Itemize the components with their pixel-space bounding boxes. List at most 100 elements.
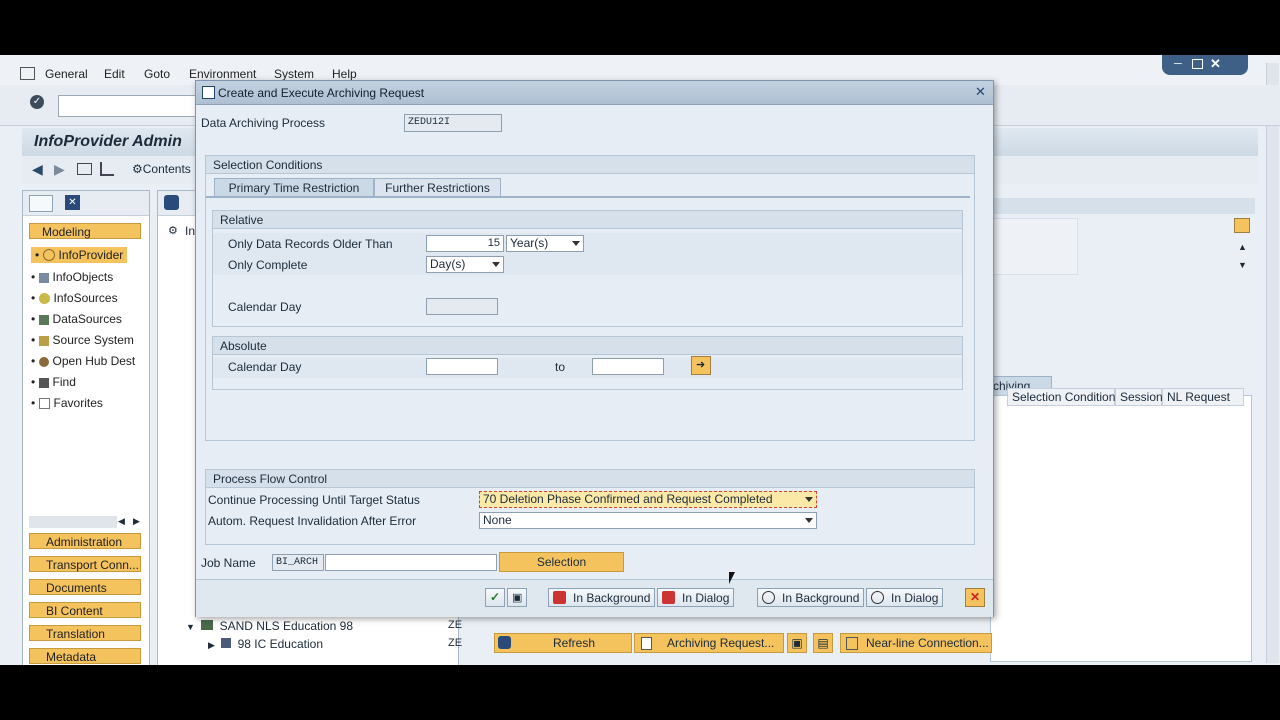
nav-close-icon[interactable]: ✕: [65, 195, 80, 210]
tree-root-icon: ⚙: [168, 225, 178, 237]
nav-modeling-button[interactable]: Modeling: [29, 223, 141, 239]
window-controls: ─ ✕: [1162, 55, 1248, 75]
nav-bi-content-button[interactable]: BI Content: [29, 602, 141, 618]
col-session[interactable]: Session: [1115, 388, 1163, 406]
button-label: In Background: [573, 591, 651, 605]
multiple-selection-button[interactable]: ➜: [691, 356, 711, 375]
cancel-button[interactable]: ✕: [965, 588, 985, 607]
display-icon[interactable]: [77, 163, 92, 175]
copy-button[interactable]: ▣: [787, 633, 807, 653]
contents-icon: ⚙: [132, 162, 143, 176]
nav-administration-button[interactable]: Administration: [29, 533, 141, 549]
command-field[interactable]: [58, 95, 200, 117]
nav-translation-button[interactable]: Translation: [29, 625, 141, 641]
nav-item-find[interactable]: • Find: [31, 375, 76, 389]
menu-icon[interactable]: [20, 67, 35, 80]
tree-row-98ic[interactable]: ▶ 98 IC Education: [208, 637, 323, 651]
absolute-calendar-day-label: Calendar Day: [228, 360, 302, 374]
nav-options-icon[interactable]: [29, 195, 53, 212]
col-nl-request[interactable]: NL Request: [1162, 388, 1244, 406]
nav-item-infosources[interactable]: • InfoSources: [31, 291, 118, 305]
only-complete-select[interactable]: Day(s): [426, 256, 504, 273]
nav-item-infoobjects[interactable]: • InfoObjects: [31, 270, 113, 284]
minimize-icon[interactable]: ─: [1174, 58, 1182, 70]
collapse-icon[interactable]: ▶: [208, 640, 215, 650]
job-name-label: Job Name: [201, 556, 256, 570]
tree-row-sand[interactable]: ▼ SAND NLS Education 98: [186, 619, 353, 633]
execute-in-background-button[interactable]: In Background: [757, 588, 864, 607]
nav-transport-button[interactable]: Transport Conn...: [29, 556, 141, 572]
hierarchy-icon[interactable]: [100, 162, 114, 176]
menu-system[interactable]: System: [274, 67, 314, 81]
right-panel-grid: [980, 218, 1078, 275]
lock-button[interactable]: ▣: [507, 588, 527, 607]
to-label: to: [555, 360, 566, 374]
nearline-button[interactable]: Near-line Connection...: [840, 633, 992, 653]
nav-item-datasources[interactable]: • DataSources: [31, 312, 122, 326]
right-panel: ▲ ▼ rchiving: [980, 190, 1260, 665]
older-than-unit-value: Year(s): [510, 236, 549, 250]
scroll-up-icon[interactable]: ▲: [1238, 242, 1247, 252]
contents-button[interactable]: ⚙Contents: [132, 162, 191, 176]
scroll-left-icon[interactable]: ◀: [118, 516, 125, 527]
nav-documents-button[interactable]: Documents: [29, 579, 141, 595]
maximize-icon[interactable]: [1192, 59, 1203, 69]
nav-item-favorites[interactable]: • Favorites: [31, 396, 103, 410]
nav-item-infoprovider[interactable]: • InfoProvider: [31, 247, 128, 263]
tab-primary-time-restriction[interactable]: Primary Time Restriction: [214, 178, 374, 197]
button-label: In Dialog: [891, 591, 939, 605]
favorites-icon: [38, 398, 50, 409]
connection-icon: [846, 637, 858, 650]
relative-calendar-day-label: Calendar Day: [228, 300, 302, 314]
nav-item-source-system[interactable]: • Source System: [31, 333, 134, 347]
invalidation-select[interactable]: None: [479, 512, 817, 529]
col-selection-condition[interactable]: Selection Condition: [1007, 388, 1115, 406]
older-than-unit-select[interactable]: Year(s): [506, 235, 584, 252]
datasources-icon: [38, 315, 49, 325]
forward-icon[interactable]: ▶: [54, 161, 65, 178]
relative-title: Relative: [220, 213, 264, 227]
close-icon[interactable]: ✕: [1210, 56, 1221, 72]
menu-environment[interactable]: Environment: [189, 67, 256, 81]
archiving-request-button[interactable]: Archiving Request...: [634, 633, 784, 653]
infosources-icon: [38, 293, 50, 304]
test-in-background-button[interactable]: In Background: [548, 588, 655, 607]
absolute-to-input[interactable]: [592, 358, 664, 375]
test-in-dialog-button[interactable]: In Dialog: [657, 588, 734, 607]
nav-metadata-button[interactable]: Metadata Reposi...: [29, 648, 141, 664]
scrollbar-right[interactable]: [1266, 63, 1279, 663]
menu-general[interactable]: General: [45, 67, 88, 81]
continue-button[interactable]: ✓: [485, 588, 505, 607]
selection-button[interactable]: Selection: [499, 552, 624, 572]
nav-item-label: Favorites: [53, 396, 103, 410]
navigation-panel: ✕ Modeling • InfoProvider • InfoObjects …: [22, 190, 150, 665]
dialog-close-icon[interactable]: ✕: [973, 84, 988, 99]
enter-icon[interactable]: ✓: [30, 95, 44, 109]
menu-goto[interactable]: Goto: [144, 67, 170, 81]
nav-item-open-hub[interactable]: • Open Hub Dest: [31, 354, 135, 368]
older-than-input[interactable]: 15: [426, 235, 504, 252]
refresh-button[interactable]: Refresh: [494, 633, 632, 653]
target-status-select[interactable]: 70 Deletion Phase Confirmed and Request …: [479, 491, 817, 508]
scroll-down-icon[interactable]: ▼: [1238, 260, 1247, 270]
menu-edit[interactable]: Edit: [104, 67, 125, 81]
right-panel-header: [980, 198, 1255, 214]
absolute-from-input[interactable]: [426, 358, 498, 375]
nav-scrollbar[interactable]: [29, 516, 117, 528]
expand-icon[interactable]: ▼: [186, 622, 195, 632]
absolute-title: Absolute: [220, 339, 267, 353]
job-name-input[interactable]: [325, 554, 497, 571]
details-button[interactable]: ▤: [813, 633, 833, 653]
scroll-right-icon[interactable]: ▶: [133, 516, 140, 527]
infoobjects-icon: [38, 273, 49, 283]
menu-help[interactable]: Help: [332, 67, 357, 81]
tab-further-restrictions[interactable]: Further Restrictions: [374, 178, 501, 197]
layout-icon[interactable]: [1234, 218, 1250, 233]
older-than-label: Only Data Records Older Than: [228, 237, 393, 251]
relative-group: Relative Only Data Records Older Than 15…: [212, 210, 963, 327]
arrow-right-icon: ➜: [696, 359, 706, 371]
execute-in-dialog-button[interactable]: In Dialog: [866, 588, 943, 607]
absolute-row-highlight: [213, 358, 962, 378]
back-icon[interactable]: ◀: [32, 161, 43, 178]
refresh-icon[interactable]: [164, 195, 179, 210]
